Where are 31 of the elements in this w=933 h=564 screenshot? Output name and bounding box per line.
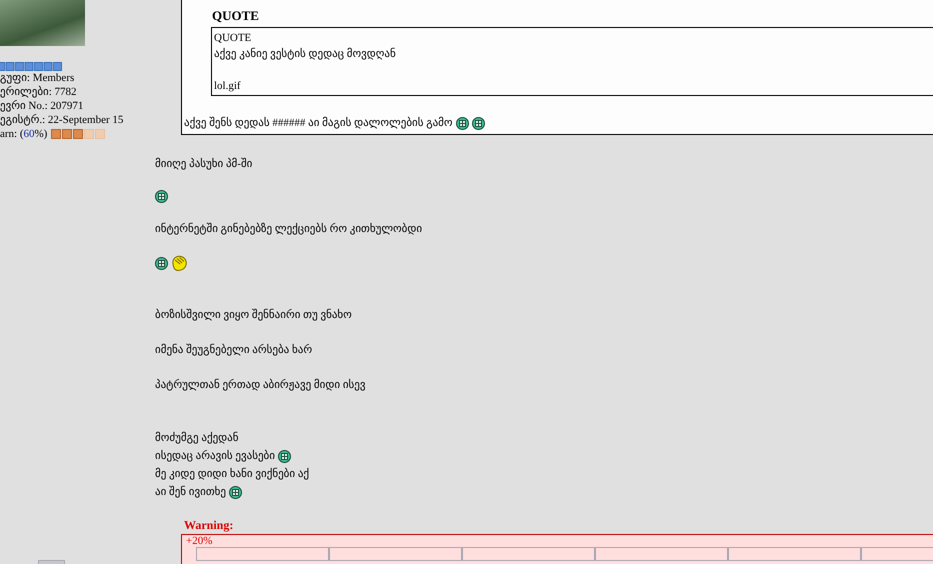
rank-pips-icon	[0, 62, 63, 71]
profile-detail: გუფი: Members	[0, 71, 76, 85]
post-text: მოძუმგე აქედან	[155, 430, 239, 446]
smiley-icon	[228, 486, 242, 498]
smiley-icon	[472, 116, 485, 130]
post-text: ბოზისშვილი ვიყო შენნაირი თუ ვნახო	[155, 308, 352, 323]
warn-label: arn: (	[0, 127, 24, 141]
smiley-icon	[278, 450, 291, 462]
post-text: ინტერნეტში გინებებზე ლექციებს რო კითხულობდი	[155, 222, 422, 237]
smiley-icon	[155, 256, 168, 270]
smiley-icon	[456, 116, 469, 130]
post-text: ისედაც არავის ევასები	[155, 448, 275, 464]
profile-detail: ერილები: 7782	[0, 85, 78, 99]
quote-header: QUOTE	[212, 7, 260, 25]
warn-label-end: %)	[34, 127, 48, 141]
post-text: აი შენ ივითხე	[155, 484, 226, 500]
smiley-icon	[155, 190, 168, 203]
post-text: იმენა შეუგნებელი არსება ხარ	[155, 342, 312, 358]
reply-text: აქვე შენს დედას ###### აი მაგის დალოლების გამო	[184, 116, 453, 131]
quote-text: აქვე კანიე ვესტის დედაც მოვდღან	[214, 46, 397, 62]
profile-detail: ეგისტრ.: 22-September 15	[0, 113, 124, 127]
warn-percent: 60	[24, 127, 35, 141]
quote-text: lol.gif	[214, 79, 242, 94]
warning-label: Warning:	[184, 518, 234, 532]
post-text: მიიღე პასუხი პმ-ში	[155, 156, 252, 172]
profile-detail: ევრი No.: 207971	[0, 99, 84, 113]
post-text: მე კიდე დიდი ხანი ვიქნები აქ	[155, 466, 310, 482]
warning-text: +20%	[185, 535, 214, 547]
nested-quote-header: QUOTE	[214, 31, 252, 46]
post-text: პატრულთან ერთად აბირჟავე მიდი ისევ	[155, 378, 366, 393]
facepalm-smiley-icon	[171, 255, 188, 271]
